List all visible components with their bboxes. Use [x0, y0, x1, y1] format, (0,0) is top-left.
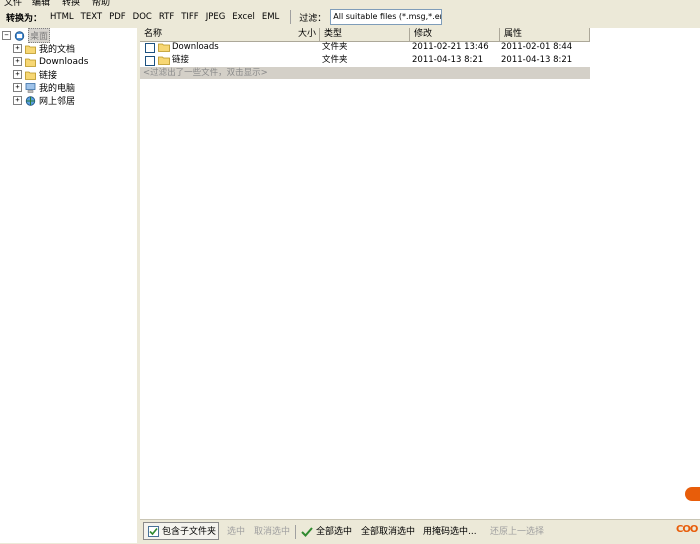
select-by-mask-button[interactable]: 用掩码选中...: [423, 526, 477, 538]
format-tiff-button[interactable]: TIFF: [181, 12, 198, 22]
restore-last-selection-button[interactable]: 还原上一选择: [490, 526, 544, 538]
format-html-button[interactable]: HTML: [50, 12, 74, 22]
collapse-icon[interactable]: −: [2, 31, 11, 40]
column-header-type[interactable]: 类型: [320, 28, 410, 41]
row-checkbox[interactable]: [145, 56, 155, 66]
folder-icon: [25, 45, 36, 54]
cell-modified: 2011-04-13 8:21: [412, 55, 484, 65]
list-header: 名称 大小 类型 修改 属性: [140, 28, 590, 42]
tree-item-network[interactable]: + 网上邻居: [13, 94, 75, 107]
format-jpeg-button[interactable]: JPEG: [206, 12, 226, 22]
cell-attributes: 2011-02-01 8:44: [501, 42, 573, 52]
cell-attributes: 2011-04-13 8:21: [501, 55, 573, 65]
toolbar: 转换为： HTML TEXT PDF DOC RTF TIFF JPEG Exc…: [0, 6, 700, 29]
format-eml-button[interactable]: EML: [262, 12, 279, 22]
cell-type: 文件夹: [322, 55, 348, 65]
cell-name: 链接: [172, 55, 190, 65]
column-header-size[interactable]: 大小: [285, 28, 320, 41]
toolbar-separator: [290, 10, 292, 24]
bottom-toolbar: 包含子文件夹 选中 取消选中 全部选中 全部取消选中 用掩码选中... 还原上一…: [140, 519, 700, 544]
deselect-button[interactable]: 取消选中: [254, 526, 290, 538]
tree-item-label: 我的电脑: [39, 84, 76, 94]
scroll-handle[interactable]: [685, 487, 700, 501]
cell-type: 文件夹: [322, 42, 348, 52]
file-list: 名称 大小 类型 修改 属性 Downloads 文件夹 2011-02-21 …: [140, 28, 700, 519]
format-pdf-button[interactable]: PDF: [109, 12, 126, 22]
subfolder-icon: [148, 526, 159, 537]
folder-icon: [158, 56, 170, 65]
format-excel-button[interactable]: Excel: [232, 12, 255, 22]
select-button[interactable]: 选中: [227, 526, 245, 538]
tree-item-my-computer[interactable]: + 我的电脑: [13, 81, 75, 94]
desktop-icon: [14, 30, 25, 41]
tree-item-downloads[interactable]: + Downloads: [13, 55, 88, 68]
tree-item-label: 网上邻居: [39, 97, 76, 107]
format-text-button[interactable]: TEXT: [81, 12, 102, 22]
tree-item-label: Downloads: [39, 56, 89, 67]
tree-item-label: 链接: [39, 71, 58, 81]
expand-icon[interactable]: +: [13, 70, 22, 79]
format-rtf-button[interactable]: RTF: [159, 12, 174, 22]
bottom-separator: [295, 525, 296, 539]
select-all-button[interactable]: 全部选中: [316, 526, 352, 538]
check-all-icon: [301, 527, 313, 537]
brand-logo: COO: [676, 524, 698, 535]
cell-modified: 2011-02-21 13:46: [412, 42, 489, 52]
deselect-all-button[interactable]: 全部取消选中: [361, 526, 415, 538]
convert-label: 转换为：: [6, 13, 43, 24]
tree-item-my-documents[interactable]: + 我的文档: [13, 42, 75, 55]
cell-name: Downloads: [172, 42, 219, 52]
tree-item-desktop[interactable]: − 桌面: [2, 28, 51, 43]
tree-item-label: 桌面: [28, 28, 51, 43]
column-header-attributes[interactable]: 属性: [500, 28, 590, 41]
expand-icon[interactable]: +: [13, 83, 22, 92]
column-header-modified[interactable]: 修改: [410, 28, 500, 41]
expand-icon[interactable]: +: [13, 57, 22, 66]
tree-item-links[interactable]: + 链接: [13, 68, 57, 81]
expand-icon[interactable]: +: [13, 44, 22, 53]
folder-tree: − 桌面 + 我的文档 + Downloads + 链接 + 我的电脑 + 网上…: [0, 28, 138, 543]
cell-size: [280, 54, 316, 67]
folder-icon: [158, 43, 170, 52]
row-checkbox[interactable]: [145, 43, 155, 53]
computer-icon: [25, 82, 36, 93]
folder-icon: [25, 58, 36, 67]
tree-item-label: 我的文档: [39, 45, 76, 55]
table-row[interactable]: Downloads 文件夹 2011-02-21 13:46 2011-02-0…: [140, 41, 590, 54]
format-doc-button[interactable]: DOC: [133, 12, 152, 22]
filtered-hint[interactable]: <过滤出了一些文件，双击显示>: [140, 67, 590, 79]
expand-icon[interactable]: +: [13, 96, 22, 105]
table-row[interactable]: 链接 文件夹 2011-04-13 8:21 2011-04-13 8:21: [140, 54, 590, 67]
filter-label: 过滤：: [299, 13, 327, 24]
filter-select[interactable]: All suitable files (*.msg,*.eml): [330, 9, 443, 25]
network-icon: [25, 95, 36, 106]
cell-size: [280, 41, 316, 54]
include-subfolders-label: 包含子文件夹: [162, 527, 217, 537]
folder-icon: [25, 71, 36, 80]
